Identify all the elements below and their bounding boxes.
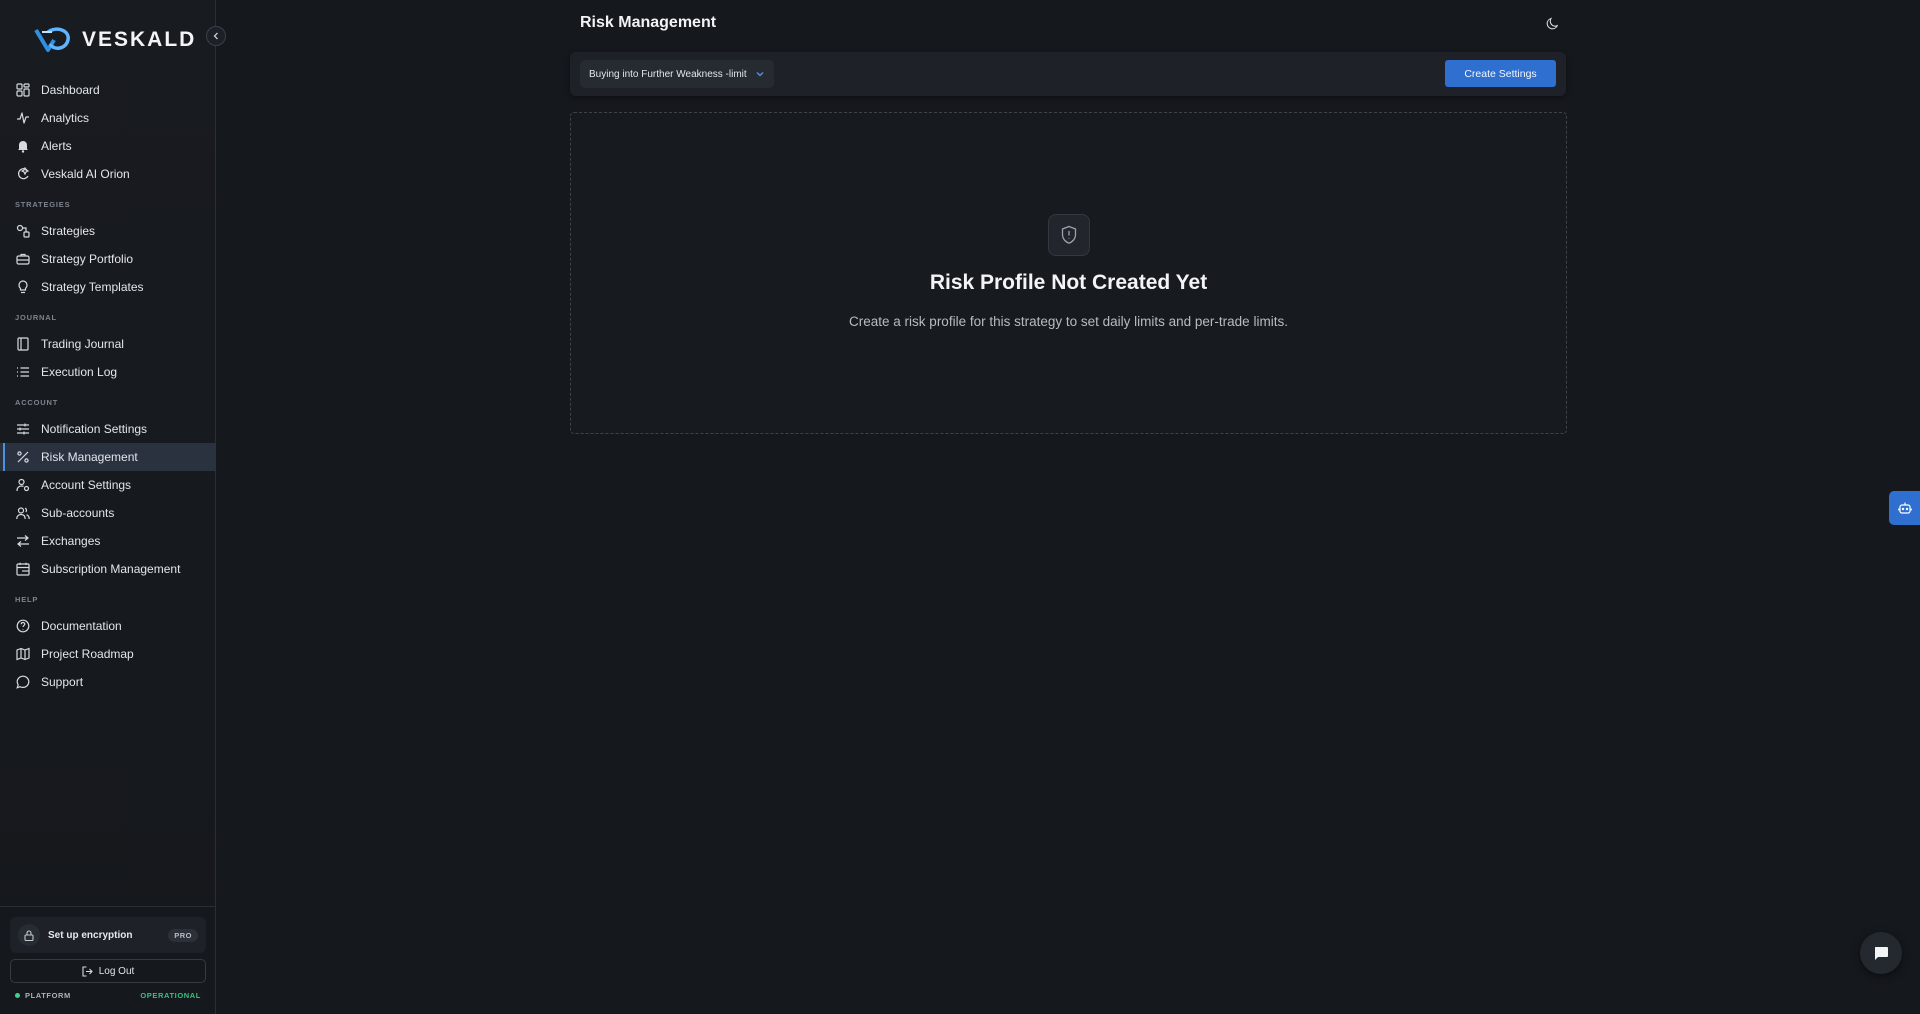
logout-button[interactable]: Log Out [10,959,206,983]
section-title-help: HELP [15,595,39,604]
brand-name: VESKALD [82,28,197,51]
pro-badge: PRO [168,928,198,942]
sidebar-item-analytics[interactable]: Analytics [0,104,216,132]
sidebar-item-trading-journal[interactable]: Trading Journal [0,330,216,358]
message-icon [16,675,30,689]
sidebar-item-label: Dashboard [41,83,100,97]
calendar-icon [16,562,30,576]
page-title: Risk Management [580,14,717,31]
collapse-sidebar-button[interactable] [206,26,226,46]
ai-assistant-tab[interactable] [1889,491,1920,525]
veskald-logo-icon [34,27,70,52]
sidebar-item-label: Trading Journal [41,337,124,351]
chat-icon [1875,947,1888,960]
status-dot-icon [15,993,20,998]
logout-label: Log Out [98,965,135,977]
sidebar-nav: Dashboard Analytics Alerts Veskald AI Or… [0,76,216,696]
chevron-down-icon [756,71,764,77]
users-icon [16,507,30,520]
bell-icon [18,141,28,153]
sidebar-item-strategy-portfolio[interactable]: Strategy Portfolio [0,245,216,273]
dashboard-icon [16,83,30,97]
sidebar-item-label: Notification Settings [41,422,148,436]
sidebar-item-label: Documentation [41,619,122,633]
sidebar-item-label: Account Settings [41,478,132,492]
sidebar-item-documentation[interactable]: Documentation [0,612,216,640]
sidebar-item-label: Subscription Management [41,562,181,576]
shield-alert-icon [1048,214,1090,256]
sidebar-item-sub-accounts[interactable]: Sub-accounts [0,499,216,527]
user-settings-icon [16,478,30,492]
platform-status: PLATFORM OPERATIONAL [15,991,201,1000]
sidebar-item-strategy-templates[interactable]: Strategy Templates [0,273,216,301]
briefcase-icon [16,253,30,265]
sidebar-item-label: Alerts [41,139,72,153]
sidebar-item-notification-settings[interactable]: Notification Settings [0,415,216,443]
section-title-journal: JOURNAL [15,313,57,322]
sliders-icon [17,423,29,435]
empty-state-description: Create a risk profile for this strategy … [849,314,1288,329]
empty-state-title: Risk Profile Not Created Yet [929,271,1208,294]
sidebar-item-label: Project Roadmap [41,647,134,661]
sidebar-item-support[interactable]: Support [0,668,216,696]
sidebar-item-label: Exchanges [41,534,101,548]
sidebar-item-label: Analytics [41,111,90,125]
strategies-icon [16,224,30,238]
sidebar-item-label: Strategies [41,224,96,238]
section-title-strategies: STRATEGIES [15,200,71,209]
bot-icon [1897,502,1912,514]
sidebar-item-alerts[interactable]: Alerts [0,132,216,160]
exchange-icon [17,535,29,547]
sidebar-item-label: Execution Log [41,365,118,379]
section-title-account: ACCOUNT [15,398,59,407]
chevron-left-icon [213,32,218,40]
sidebar: VESKALD Dashboard Analytics Alerts Veska… [0,0,226,1014]
sidebar-item-project-roadmap[interactable]: Project Roadmap [0,640,216,668]
lock-icon [18,924,40,946]
sidebar-footer: Set up encryption PRO Log Out PLATFORM O… [0,906,216,1014]
sidebar-item-risk-management[interactable]: Risk Management [0,443,216,471]
ai-icon [18,167,30,180]
book-icon [17,337,29,351]
setup-encryption-label: Set up encryption [48,929,133,941]
activity-icon [17,112,29,124]
sidebar-item-strategies[interactable]: Strategies [0,217,216,245]
sidebar-item-label: Strategy Portfolio [41,252,134,266]
sidebar-item-label: Sub-accounts [41,506,115,520]
logout-icon [82,965,93,977]
chat-launcher-button[interactable] [1860,932,1902,974]
sidebar-item-label: Strategy Templates [41,280,144,294]
strategy-toolbar: Buying into Further Weakness -limit I Cr… [570,52,1566,96]
theme-toggle-button[interactable] [1544,15,1560,31]
sidebar-item-label: Veskald AI Orion [41,167,130,181]
list-icon [17,367,29,377]
help-circle-icon [16,619,30,633]
setup-encryption-card[interactable]: Set up encryption PRO [10,917,206,953]
create-settings-button[interactable]: Create Settings [1445,60,1556,87]
lightbulb-icon [18,280,28,294]
percent-icon [17,451,29,463]
sidebar-item-dashboard[interactable]: Dashboard [0,76,216,104]
platform-status-label: PLATFORM [25,991,71,1000]
sidebar-item-account-settings[interactable]: Account Settings [0,471,216,499]
strategy-select-value: Buying into Further Weakness -limit I [589,68,749,80]
sidebar-item-execution-log[interactable]: Execution Log [0,358,216,386]
sidebar-item-veskald-ai-orion[interactable]: Veskald AI Orion [0,160,216,188]
risk-profile-empty-state: Risk Profile Not Created Yet Create a ri… [570,112,1567,434]
map-icon [16,647,30,661]
sidebar-item-subscription-management[interactable]: Subscription Management [0,555,216,583]
brand-logo[interactable]: VESKALD [34,26,196,54]
sidebar-item-exchanges[interactable]: Exchanges [0,527,216,555]
strategy-select[interactable]: Buying into Further Weakness -limit I [580,60,774,88]
moon-icon [1546,17,1558,29]
platform-status-value: OPERATIONAL [140,991,201,1000]
sidebar-item-label: Support [41,675,84,689]
sidebar-item-label: Risk Management [41,450,138,464]
